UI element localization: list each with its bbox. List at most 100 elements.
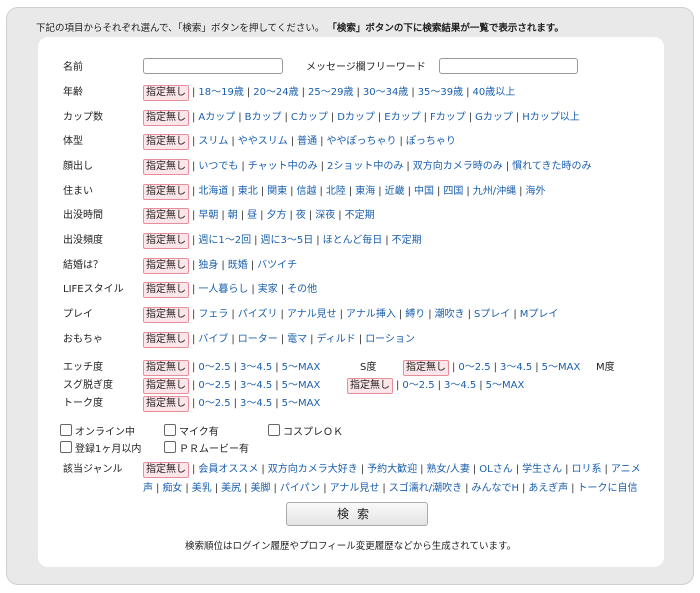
option-unspecified[interactable]: 指定無し — [143, 208, 189, 224]
option-unspecified[interactable]: 指定無し — [143, 462, 189, 478]
option-link[interactable]: アナル見せ — [287, 309, 337, 320]
option-link[interactable]: 双方向カメラ大好き — [268, 464, 358, 475]
option-link[interactable]: フェラ — [198, 309, 228, 320]
option-unspecified[interactable]: 指定無し — [347, 378, 393, 394]
option-link[interactable]: ややぽっちゃり — [327, 136, 397, 147]
option-link[interactable]: Aカップ — [198, 112, 235, 123]
option-link[interactable]: 慣れてきた時のみ — [512, 161, 591, 172]
option-link[interactable]: 北陸 — [326, 186, 346, 197]
option-unspecified[interactable]: 指定無し — [143, 134, 189, 150]
option-link[interactable]: 電マ — [287, 334, 307, 345]
option-unspecified[interactable]: 指定無し — [143, 332, 189, 348]
option-link[interactable]: 夜 — [296, 210, 306, 221]
option-unspecified[interactable]: 指定無し — [143, 184, 189, 200]
option-link[interactable]: 北海道 — [198, 186, 228, 197]
checkbox-icon[interactable] — [164, 441, 176, 453]
genre-link[interactable]: 美乳 — [192, 483, 212, 494]
option-link[interactable]: 3～4.5 — [240, 362, 272, 373]
option-link[interactable]: 0～2.5 — [458, 362, 490, 373]
option-unspecified[interactable]: 指定無し — [403, 360, 449, 376]
option-link[interactable]: 3～4.5 — [500, 362, 532, 373]
genre-link[interactable]: トークに自信 — [577, 483, 637, 494]
option-unspecified[interactable]: 指定無し — [143, 233, 189, 249]
search-button[interactable]: 検索 — [286, 502, 428, 526]
option-link[interactable]: バイブ — [198, 334, 228, 345]
option-link[interactable]: 中国 — [414, 186, 434, 197]
option-link[interactable]: 実家 — [258, 284, 278, 295]
option-link[interactable]: ほとんど毎日 — [323, 235, 383, 246]
option-link[interactable]: バツイチ — [257, 260, 297, 271]
option-link[interactable]: ローション — [365, 334, 415, 345]
option-unspecified[interactable]: 指定無し — [143, 307, 189, 323]
option-link[interactable]: ややスリム — [238, 136, 288, 147]
option-link[interactable]: Gカップ — [475, 112, 513, 123]
option-link[interactable]: 東海 — [355, 186, 375, 197]
option-unspecified[interactable]: 指定無し — [143, 378, 189, 394]
option-link[interactable]: 5～MAX — [282, 380, 321, 391]
option-link[interactable]: 九州/沖縄 — [473, 186, 516, 197]
genre-link[interactable]: 美脚 — [251, 483, 271, 494]
genre-link[interactable]: あえぎ声 — [528, 483, 568, 494]
option-link[interactable]: ローター — [238, 334, 278, 345]
checkbox-icon[interactable] — [164, 424, 176, 436]
option-link[interactable]: 3～4.5 — [240, 398, 272, 409]
option-unspecified[interactable]: 指定無し — [143, 159, 189, 175]
check-cosplay[interactable]: コスプレＯＫ — [268, 424, 343, 438]
option-link[interactable]: いつでも — [198, 161, 238, 172]
option-unspecified[interactable]: 指定無し — [143, 360, 189, 376]
option-link[interactable]: 5～MAX — [486, 380, 525, 391]
checkbox-icon[interactable] — [268, 424, 280, 436]
option-link[interactable]: 独身 — [198, 260, 218, 271]
checkbox-icon[interactable] — [60, 441, 72, 453]
option-link[interactable]: Sプレイ — [474, 309, 510, 320]
message-input[interactable] — [439, 58, 578, 74]
option-link[interactable]: 5～MAX — [542, 362, 581, 373]
option-link[interactable]: 5～MAX — [282, 398, 321, 409]
option-link[interactable]: 0～2.5 — [198, 362, 230, 373]
option-link[interactable]: 18～19歳 — [198, 87, 243, 98]
check-mic[interactable]: マイク有 — [164, 424, 219, 438]
option-link[interactable]: 東北 — [238, 186, 258, 197]
option-link[interactable]: 5～MAX — [282, 362, 321, 373]
option-link[interactable]: 夕方 — [267, 210, 287, 221]
option-link[interactable]: 普通 — [297, 136, 317, 147]
checkbox-icon[interactable] — [60, 424, 72, 436]
option-link[interactable]: 2ショット中のみ — [327, 161, 403, 172]
genre-link[interactable]: スゴ濡れ/潮吹き — [389, 483, 462, 494]
option-link[interactable]: 0～2.5 — [198, 380, 230, 391]
option-unspecified[interactable]: 指定無し — [143, 396, 189, 412]
option-unspecified[interactable]: 指定無し — [143, 258, 189, 274]
option-link[interactable]: 四国 — [443, 186, 463, 197]
option-link[interactable]: Bカップ — [245, 112, 282, 123]
option-link[interactable]: ぽっちゃり — [406, 136, 456, 147]
name-input[interactable] — [143, 58, 283, 74]
option-link[interactable]: 深夜 — [315, 210, 335, 221]
option-link[interactable]: OLさん — [479, 464, 512, 475]
check-online[interactable]: オンライン中 — [60, 424, 135, 438]
option-link[interactable]: 朝 — [228, 210, 238, 221]
option-link[interactable]: 潮吹き — [435, 309, 465, 320]
option-link[interactable]: 不定期 — [392, 235, 422, 246]
genre-link[interactable]: 声 — [143, 483, 153, 494]
option-link[interactable]: Dカップ — [337, 112, 375, 123]
option-link[interactable]: 信越 — [297, 186, 317, 197]
option-link[interactable]: 関東 — [267, 186, 287, 197]
option-link[interactable]: 不定期 — [345, 210, 375, 221]
option-link[interactable]: 40歳以上 — [473, 87, 516, 98]
genre-link[interactable]: パイパン — [280, 483, 320, 494]
option-link[interactable]: 学生さん — [522, 464, 562, 475]
option-link[interactable]: ディルド — [317, 334, 356, 345]
option-link[interactable]: 0～2.5 — [198, 398, 230, 409]
genre-link[interactable]: みんなでH — [472, 483, 520, 494]
option-link[interactable]: アナル挿入 — [346, 309, 396, 320]
option-link[interactable]: 既婚 — [228, 260, 248, 271]
check-pr-movie[interactable]: ＰＲムービー有 — [164, 441, 249, 455]
option-link[interactable]: その他 — [287, 284, 317, 295]
option-link[interactable]: 熟女/人妻 — [427, 464, 470, 475]
option-link[interactable]: Hカップ以上 — [522, 112, 580, 123]
option-link[interactable]: 25～29歳 — [308, 87, 353, 98]
genre-link[interactable]: アナル見せ — [330, 483, 380, 494]
option-unspecified[interactable]: 指定無し — [143, 110, 189, 126]
option-link[interactable]: 縛り — [405, 309, 425, 320]
option-link[interactable]: 予約大歓迎 — [367, 464, 417, 475]
